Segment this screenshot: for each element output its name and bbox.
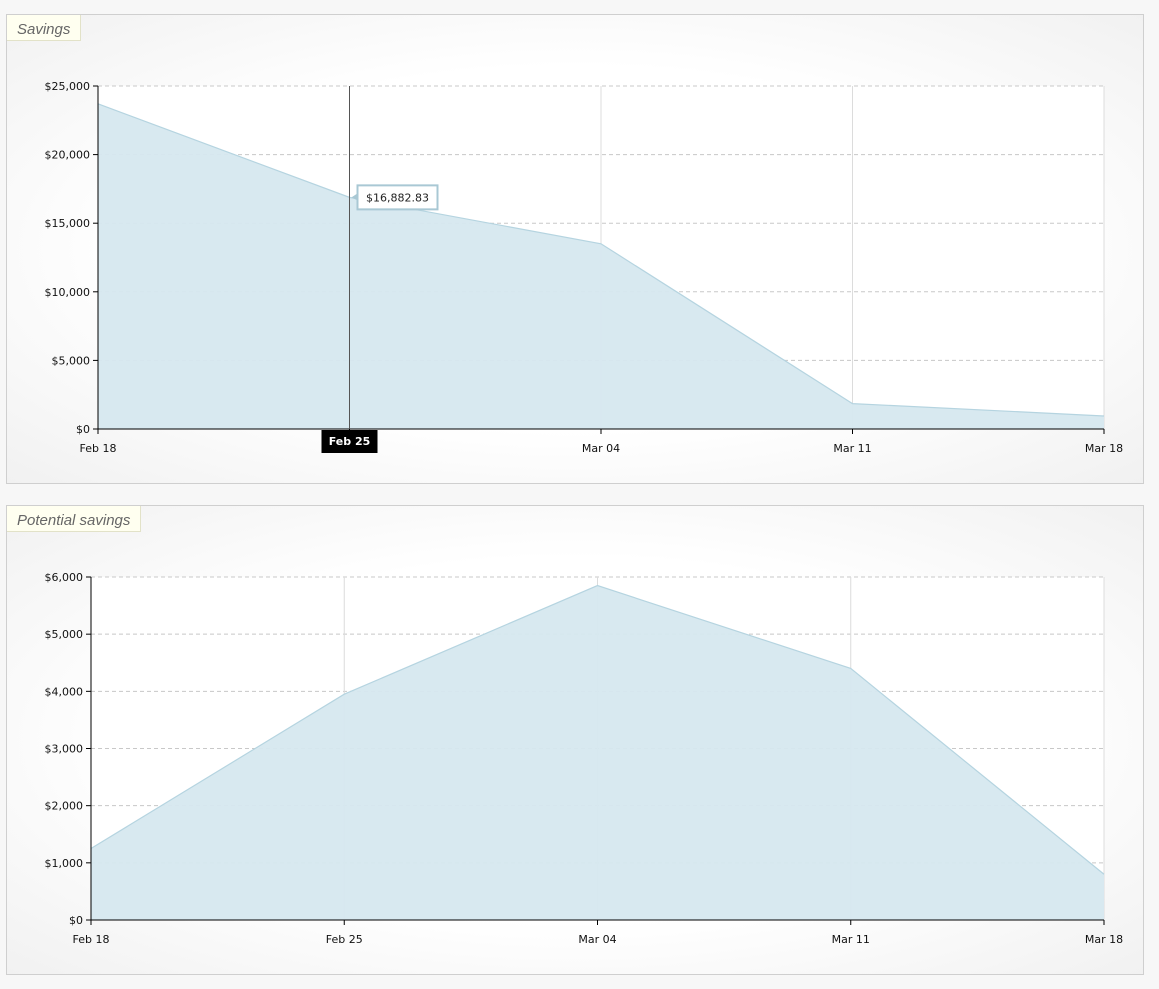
- potential-savings-panel: Potential savings: [6, 505, 1144, 975]
- potential-savings-panel-title: Potential savings: [7, 506, 142, 532]
- savings-panel-title: Savings: [7, 15, 82, 41]
- savings-panel: Savings: [6, 14, 1144, 484]
